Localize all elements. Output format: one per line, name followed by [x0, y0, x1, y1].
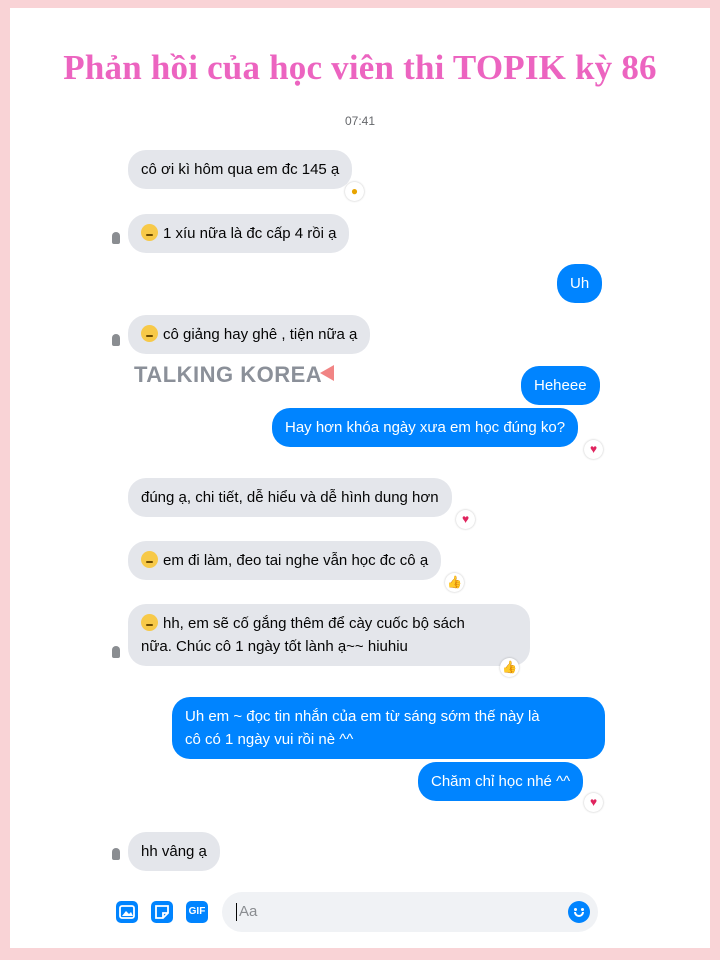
message-bubble-received[interactable]: hh, em sẽ cố gắng thêm để cày cuốc bộ sá… [128, 604, 530, 666]
message-input[interactable]: Aa [222, 892, 598, 932]
message-text: 1 xíu nữa là đc cấp 4 rồi ạ [163, 225, 337, 242]
watermark-logo: TALKING KOREA [134, 362, 335, 388]
heart-reaction-icon[interactable]: ♥ [584, 793, 603, 812]
message-text-line: hh, em sẽ cố gắng thêm để cày cuốc bộ sá… [163, 615, 465, 632]
heart-reaction-icon[interactable]: ♥ [584, 440, 603, 459]
smile-emoji-icon [141, 614, 158, 631]
read-receipt-avatar [112, 334, 120, 346]
message-text: cô giảng hay ghê , tiện nữa ạ [163, 326, 358, 343]
message-text-line: Uh em ~ đọc tin nhắn của em từ sáng sớm … [185, 708, 540, 725]
message-bubble-sent[interactable]: Uh em ~ đọc tin nhắn của em từ sáng sớm … [172, 697, 605, 759]
message-bubble-received[interactable]: cô ơi kì hôm qua em đc 145 ạ [128, 150, 353, 189]
message-input-placeholder: Aa [239, 903, 258, 920]
emoji-icon[interactable] [568, 901, 590, 923]
message-timestamp: 07:41 [344, 114, 376, 128]
message-bubble-received[interactable]: 1 xíu nữa là đc cấp 4 rồi ạ [128, 214, 350, 253]
message-text: Uh [570, 275, 590, 292]
message-bubble-sent[interactable]: Chăm chỉ học nhé ^^ [418, 762, 584, 801]
wow-reaction-icon[interactable]: ● [345, 182, 364, 201]
thumbs-up-reaction-icon[interactable]: 👍 [500, 658, 519, 677]
image-icon[interactable] [116, 901, 138, 923]
read-receipt-avatar [112, 848, 120, 860]
message-bubble-received[interactable]: cô giảng hay ghê , tiện nữa ạ [128, 315, 371, 354]
message-text: Hay hơn khóa ngày xưa em học đúng ko? [285, 419, 566, 436]
sticker-icon[interactable] [151, 901, 173, 923]
message-bubble-sent[interactable]: Uh [557, 264, 603, 303]
page-title: Phản hồi của học viên thi TOPIK kỳ 86 [63, 48, 657, 87]
message-text-line: cô có 1 ngày vui rồi nè ^^ [185, 731, 354, 748]
logo-mark-icon [320, 365, 335, 381]
message-text: đúng ạ, chi tiết, dễ hiểu và dễ hình dun… [141, 489, 439, 506]
read-receipt-avatar [112, 646, 120, 658]
message-bubble-received[interactable]: em đi làm, đeo tai nghe vẫn học đc cô ạ [128, 541, 442, 580]
message-bubble-sent[interactable]: Hay hơn khóa ngày xưa em học đúng ko? [272, 408, 579, 447]
message-text: Chăm chỉ học nhé ^^ [431, 773, 571, 790]
message-text: em đi làm, đeo tai nghe vẫn học đc cô ạ [163, 552, 429, 569]
message-composer: GIF Aa [110, 892, 610, 932]
heart-reaction-icon[interactable]: ♥ [456, 510, 475, 529]
watermark-text: TALKING KOREA [134, 362, 323, 387]
text-cursor [236, 903, 237, 921]
message-bubble-sent[interactable]: Heheee [521, 366, 600, 405]
thumbs-up-reaction-icon[interactable]: 👍 [445, 573, 464, 592]
message-text: hh vâng ạ [141, 843, 207, 860]
message-text-line: nữa. Chúc cô 1 ngày tốt lành ạ~~ hiuhiu [141, 638, 408, 655]
message-text: cô ơi kì hôm qua em đc 145 ạ [141, 161, 340, 178]
message-bubble-received[interactable]: hh vâng ạ [128, 832, 220, 871]
message-bubble-received[interactable]: đúng ạ, chi tiết, dễ hiểu và dễ hình dun… [128, 478, 452, 517]
smile-emoji-icon [141, 325, 158, 342]
gif-icon[interactable]: GIF [186, 901, 208, 923]
message-text: Heheee [534, 377, 587, 394]
confused-emoji-icon [141, 224, 158, 241]
read-receipt-avatar [112, 232, 120, 244]
smile-emoji-icon [141, 551, 158, 568]
